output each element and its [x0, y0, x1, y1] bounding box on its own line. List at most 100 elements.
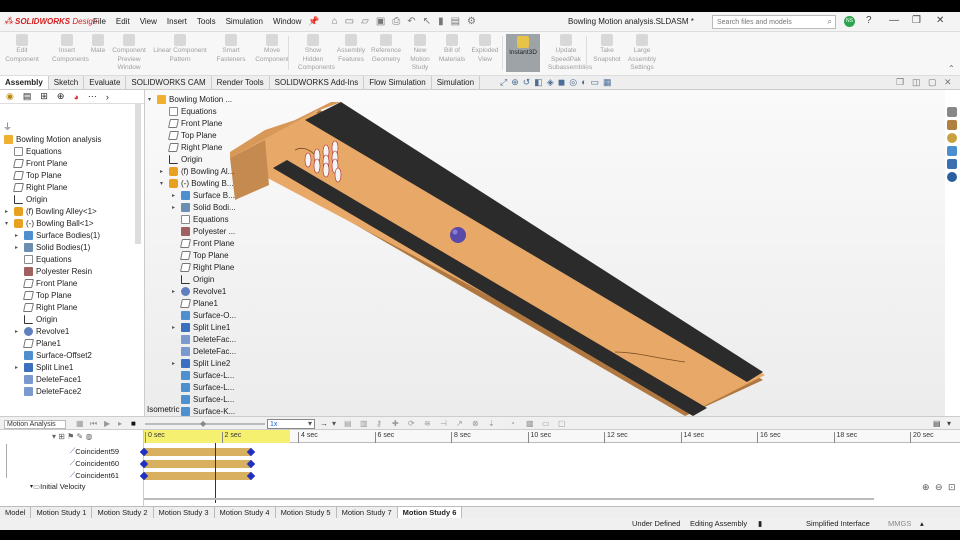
- print-icon[interactable]: ⎙: [392, 16, 400, 27]
- study-type-dropdown[interactable]: Motion Analysis: [4, 420, 66, 429]
- configuration-manager-tab-icon[interactable]: ⊞: [40, 91, 48, 102]
- app-logo[interactable]: ⁂ SOLIDWORKS Design: [0, 16, 97, 27]
- playback-slider-thumb[interactable]: ◆: [200, 419, 206, 428]
- ribbon-button[interactable]: Component Preview Window: [110, 34, 148, 73]
- tab-render-tools[interactable]: Render Tools: [212, 76, 270, 89]
- open-file-icon[interactable]: ▱: [361, 16, 369, 27]
- ribbon-button[interactable]: Reference Geometry: [370, 34, 402, 64]
- tree-node[interactable]: ▾ (-) Bowling Ball<1>: [5, 218, 94, 229]
- ribbon-button[interactable]: Smart Fasteners: [214, 34, 248, 64]
- tree-node[interactable]: Surface-Offset2: [24, 350, 92, 361]
- tree-node[interactable]: Equations: [169, 106, 217, 117]
- previous-view-icon[interactable]: ↺: [523, 77, 531, 88]
- ribbon-button[interactable]: Exploded View: [470, 34, 500, 64]
- resources-icon[interactable]: [947, 107, 957, 117]
- search-icon[interactable]: ⌕: [828, 17, 832, 27]
- key-track[interactable]: [144, 448, 251, 456]
- user-avatar[interactable]: NS: [844, 16, 855, 27]
- save-icon[interactable]: ▣: [376, 16, 385, 27]
- minimize-icon[interactable]: —: [889, 15, 899, 26]
- playback-mode-icon[interactable]: →: [320, 419, 328, 428]
- tab-solidworks-cam[interactable]: SOLIDWORKS CAM: [126, 76, 212, 89]
- display-style-icon[interactable]: ◼: [558, 77, 565, 88]
- file-properties-icon[interactable]: ▤: [451, 16, 460, 27]
- mode-dropdown-icon[interactable]: ▾: [332, 419, 336, 428]
- timeline-row[interactable]: ▾ ▭ Initial Velocity: [30, 482, 86, 491]
- tree-node[interactable]: DeleteFac...: [181, 334, 236, 345]
- ribbon-button[interactable]: New Motion Study: [406, 34, 434, 73]
- tree-node[interactable]: Polyester Resin: [24, 266, 92, 277]
- scene-icon[interactable]: ▭: [591, 77, 600, 88]
- timeline-scrollbar[interactable]: [144, 498, 874, 500]
- right-gutter[interactable]: [305, 102, 763, 382]
- tree-node[interactable]: Right Plane: [13, 182, 67, 193]
- results-plots-icon[interactable]: ◔: [510, 419, 515, 428]
- zoom-to-fit-icon[interactable]: ⤢: [500, 77, 507, 88]
- speed-dropdown-icon[interactable]: ▾: [308, 419, 312, 428]
- status-interface[interactable]: Simplified Interface: [806, 519, 870, 528]
- units-dropdown-icon[interactable]: ▴: [920, 519, 924, 528]
- expand-arrow-icon[interactable]: ▾: [160, 180, 163, 187]
- ribbon-button[interactable]: Update SpeedPak Subassemblies: [548, 34, 592, 73]
- play-icon[interactable]: ▶: [104, 419, 110, 428]
- ribbon-button[interactable]: Linear Component Pattern: [150, 34, 210, 64]
- key-track[interactable]: [144, 460, 251, 468]
- gravity-icon[interactable]: ⇣: [488, 419, 495, 428]
- rebuild-status-icon[interactable]: ▮: [758, 519, 762, 528]
- status-units[interactable]: MMGS: [888, 519, 911, 528]
- tree-node[interactable]: Front Plane: [180, 238, 234, 249]
- tab-motion-study-4[interactable]: Motion Study 4: [215, 507, 276, 518]
- zoom-in-icon[interactable]: ⊕: [922, 482, 930, 493]
- dimxpert-tab-icon[interactable]: ⊕: [57, 91, 65, 102]
- force-icon[interactable]: ↗: [456, 419, 463, 428]
- tree-node[interactable]: Surface-L...: [181, 382, 234, 393]
- menu-item[interactable]: Tools: [192, 17, 221, 26]
- ribbon-button[interactable]: Insert Components: [52, 34, 89, 64]
- filter-icon[interactable]: ⏚: [3, 120, 12, 133]
- tab-flow-simulation[interactable]: Flow Simulation: [364, 76, 432, 89]
- calculate-icon[interactable]: ▦: [76, 419, 84, 428]
- restore-icon[interactable]: ❐: [912, 15, 921, 26]
- select-icon[interactable]: ↖: [423, 16, 431, 27]
- ribbon-button[interactable]: Bill of Materials: [438, 34, 466, 64]
- tree-node[interactable]: Surface-L...: [181, 394, 234, 405]
- damper-icon[interactable]: ⊣: [440, 419, 447, 428]
- save-animation-icon[interactable]: ▤: [344, 419, 352, 428]
- ribbon-button[interactable]: Large Assembly Settings: [625, 34, 659, 73]
- expand-arrow-icon[interactable]: ▸: [15, 328, 18, 335]
- tree-node[interactable]: ▸ (f) Bowling Alley<1>: [5, 206, 97, 217]
- expand-arrow-icon[interactable]: ▸: [5, 208, 8, 215]
- zoom-area-icon[interactable]: ⊕: [511, 77, 519, 88]
- expand-arrow-icon[interactable]: ▾: [148, 96, 151, 103]
- tree-node[interactable]: Front Plane: [168, 118, 222, 129]
- expand-arrow-icon[interactable]: ▸: [172, 324, 175, 331]
- autokey-icon[interactable]: ⚷: [376, 419, 382, 428]
- tree-node[interactable]: ▸ Split Line1: [172, 322, 230, 333]
- feature-manager-tab-icon[interactable]: ◉: [6, 91, 14, 102]
- tree-node[interactable]: Top Plane: [13, 170, 62, 181]
- key-track[interactable]: [144, 472, 251, 480]
- display-manager-tab-icon[interactable]: ◕: [73, 92, 78, 102]
- ribbon-button[interactable]: Edit Component: [4, 34, 40, 64]
- motor-icon[interactable]: ⟳: [408, 419, 415, 428]
- tree-node[interactable]: Plane1: [23, 338, 61, 349]
- tree-node[interactable]: ▸ Split Line1: [15, 362, 73, 373]
- tree-node[interactable]: Polyester ...: [181, 226, 235, 237]
- pin-icon[interactable]: 📌: [308, 16, 319, 27]
- menu-item[interactable]: Insert: [162, 17, 192, 26]
- ribbon-button[interactable]: Take Snapshot: [592, 34, 622, 64]
- expand-arrow-icon[interactable]: ▸: [172, 192, 175, 199]
- tree-node[interactable]: Equations: [24, 254, 72, 265]
- view-settings-icon[interactable]: ▦: [603, 77, 612, 88]
- viewport-split-icon[interactable]: ◫: [912, 77, 921, 88]
- motion-panel-dropdown-icon[interactable]: ▾: [947, 419, 951, 428]
- spring-icon[interactable]: ≋: [424, 419, 431, 428]
- bowling-alley-model[interactable]: [145, 90, 945, 416]
- bowling-ball[interactable]: [450, 227, 466, 243]
- tree-node[interactable]: Equations: [14, 146, 62, 157]
- tree-node[interactable]: ▸ Surface Bodies(1): [15, 230, 100, 241]
- rebuild-icon[interactable]: ▮: [438, 16, 444, 27]
- tree-node[interactable]: Right Plane: [23, 302, 77, 313]
- study-properties-icon[interactable]: ▩: [526, 419, 534, 428]
- step-icon[interactable]: ▸: [118, 419, 122, 428]
